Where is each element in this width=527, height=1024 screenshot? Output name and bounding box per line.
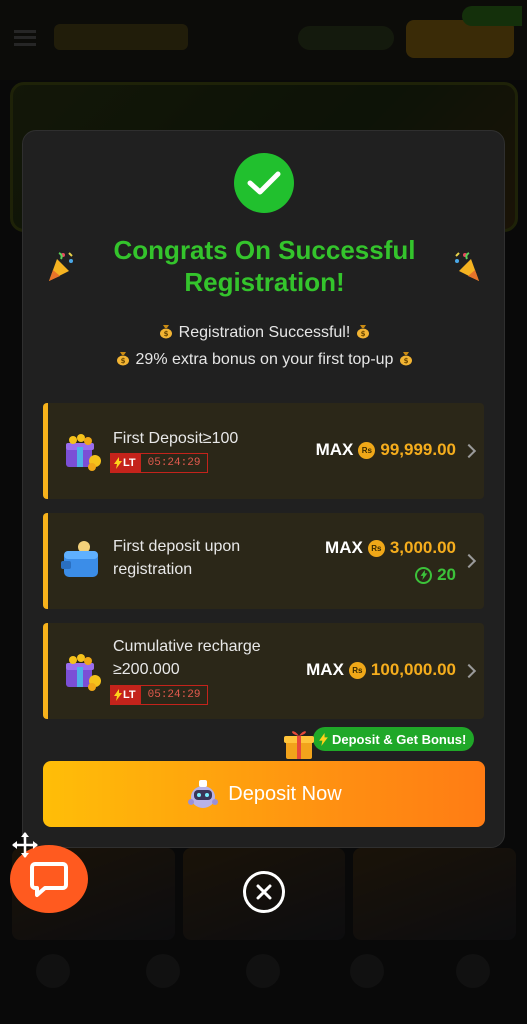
treasure-box-icon [66,654,101,691]
card-title: Cumulative recharge ≥200.000 [113,638,261,678]
registration-success-modal: Congrats On Successful Registration! $ R… [22,130,505,848]
countdown-timer: 05:24:29 [139,685,209,705]
deposit-bonus-tag-text: Deposit & Get Bonus! [332,731,467,747]
chevron-right-icon [461,663,477,679]
max-amount: 99,999.00 [380,440,456,459]
registration-message: $ Registration Successful! $ [23,323,506,342]
money-bag-icon: $ [399,352,412,366]
max-label: MAX [306,660,344,679]
modal-title: Congrats On Successful Registration! [113,235,416,297]
limited-time-badge: LT 05:24:29 [110,453,209,473]
deposit-now-button[interactable]: Deposit Now [43,761,485,827]
lt-text: LT [123,457,136,469]
card-title: First deposit upon registration [113,538,241,578]
countdown-timer: 05:24:29 [139,453,209,473]
extra-bonus-value: 20 [437,565,456,584]
lt-text: LT [123,689,136,701]
lightning-icon [114,689,122,701]
lightning-icon [319,732,328,746]
max-amount: 100,000.00 [370,660,456,679]
rupee-coin-icon: Rs [348,661,366,679]
max-bonus: MAX Rs 3,000.00 [325,538,456,558]
money-bag-icon: $ [117,352,130,366]
rupee-coin-icon: Rs [367,539,385,557]
party-popper-icon [49,252,73,281]
money-bag-icon: $ [160,325,173,339]
svg-text:$: $ [121,357,126,365]
rupee-coin-icon: Rs [358,441,376,459]
deposit-bonus-tag: Deposit & Get Bonus! [313,727,475,751]
bonus-message: $ 29% extra bonus on your first top-up $ [23,350,506,369]
chevron-right-icon [461,443,477,459]
deposit-now-label: Deposit Now [228,782,342,805]
svg-text:$: $ [403,357,408,365]
move-icon[interactable] [10,830,40,860]
bonus-message-text: 29% extra bonus on your first top-up [135,351,394,368]
registration-message-text: Registration Successful! [178,324,351,341]
party-popper-icon [455,252,479,281]
bonus-card-cumulative-recharge[interactable]: Cumulative recharge ≥200.000 LT 05:24:29… [43,623,484,719]
extra-bonus: 20 [415,565,456,585]
treasure-box-icon [66,434,101,471]
max-bonus: MAX Rs 100,000.00 [306,660,456,680]
chevron-right-icon [461,553,477,569]
money-bag-icon: $ [356,325,369,339]
lt-label: LT [110,685,140,705]
gift-icon [284,731,314,759]
lt-label: LT [110,453,140,473]
lightning-icon [415,566,433,584]
max-amount: 3,000.00 [389,538,456,557]
wallet-icon [61,541,98,577]
robot-mascot-icon [188,780,219,808]
check-circle-icon [234,153,294,213]
max-label: MAX [325,538,363,557]
svg-text:$: $ [164,330,169,338]
chat-icon [30,862,68,897]
svg-text:$: $ [360,330,365,338]
close-modal-button[interactable] [243,871,285,913]
bonus-card-registration-deposit[interactable]: First deposit upon registration MAX Rs 3… [43,513,484,609]
limited-time-badge: LT 05:24:29 [110,685,209,705]
close-icon [256,884,272,900]
max-bonus: MAX Rs 99,999.00 [316,440,456,460]
card-title: First Deposit≥100 [113,430,239,447]
lightning-icon [114,457,122,469]
bonus-card-first-deposit[interactable]: First Deposit≥100 LT 05:24:29 MAX Rs 99,… [43,403,484,499]
max-label: MAX [315,440,354,459]
